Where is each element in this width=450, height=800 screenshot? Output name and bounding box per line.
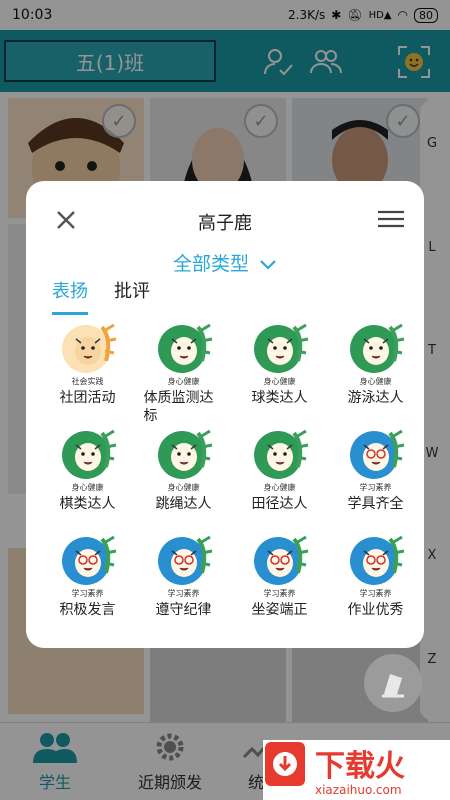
award-fab[interactable] [364, 654, 422, 712]
list-menu-icon[interactable] [378, 209, 404, 229]
award-category: 学习素养 [359, 483, 392, 492]
award-label: 学具齐全 [347, 496, 404, 512]
mascot-badge-icon [58, 321, 118, 377]
award-label: 社团活动 [59, 390, 116, 406]
mascot-badge-icon [346, 427, 406, 483]
award-category: 学习素养 [359, 589, 392, 598]
svg-text:下载火: 下载火 [315, 749, 405, 784]
mascot-badge-icon [346, 321, 406, 377]
award-label: 积极发言 [59, 602, 116, 618]
award-category: 学习素养 [167, 589, 200, 598]
mascot-badge-icon [250, 427, 310, 483]
award-category: 身心健康 [263, 377, 296, 386]
award-category: 身心健康 [167, 377, 200, 386]
mascot-badge-icon [250, 533, 310, 589]
award-label: 田径达人 [251, 496, 308, 512]
award-label: 遵守纪律 [155, 602, 212, 618]
award-label: 跳绳达人 [155, 496, 212, 512]
award-category: 身心健康 [359, 377, 392, 386]
svg-text:xiazaihuo.com: xiazaihuo.com [315, 783, 402, 797]
award-category: 学习素养 [263, 589, 296, 598]
award-item[interactable]: 身心健康 跳绳达人 [134, 427, 233, 533]
award-item[interactable]: 身心健康 棋类达人 [38, 427, 137, 533]
student-name: 高子鹿 [198, 213, 252, 234]
award-item[interactable]: 身心健康 田径达人 [230, 427, 329, 533]
watermark-logo: 下载火 xiazaihuo.com [263, 740, 450, 800]
award-item[interactable]: 身心健康 球类达人 [230, 321, 329, 427]
tab-criticize[interactable]: 批评 [114, 277, 150, 309]
award-item[interactable]: 社会实践 社团活动 [38, 321, 137, 427]
mascot-badge-icon [250, 321, 310, 377]
mascot-badge-icon [154, 321, 214, 377]
mascot-badge-icon [346, 533, 406, 589]
type-filter-dropdown[interactable]: 全部类型 [26, 249, 424, 276]
award-label: 棋类达人 [59, 496, 116, 512]
award-label: 作业优秀 [347, 602, 404, 618]
award-label: 坐姿端正 [251, 602, 308, 618]
award-label: 球类达人 [251, 390, 308, 406]
award-item[interactable]: 学习素养 积极发言 [38, 533, 137, 639]
award-item[interactable]: 学习素养 遵守纪律 [134, 533, 233, 639]
award-item[interactable]: 学习素养 学具齐全 [326, 427, 424, 533]
mascot-badge-icon [58, 427, 118, 483]
award-dialog: 高子鹿 全部类型 表扬 批评 社会实践 社团活动 身心健康 体质监测达标 身心健康 球类达… [26, 181, 424, 648]
chevron-down-icon [260, 259, 276, 270]
award-item[interactable]: 身心健康 游泳达人 [326, 321, 424, 427]
award-category: 身心健康 [167, 483, 200, 492]
award-label: 游泳达人 [347, 390, 404, 406]
award-item[interactable]: 学习素养 作业优秀 [326, 533, 424, 639]
type-filter-label: 全部类型 [172, 253, 249, 275]
tab-praise[interactable]: 表扬 [52, 277, 88, 315]
award-category: 社会实践 [71, 377, 104, 386]
praise-tabs: 表扬 批评 [52, 277, 150, 315]
award-category: 学习素养 [71, 589, 104, 598]
award-category: 身心健康 [263, 483, 296, 492]
award-item[interactable]: 学习素养 坐姿端正 [230, 533, 329, 639]
award-item[interactable]: 身心健康体质监测达标 [134, 321, 233, 427]
mascot-badge-icon [154, 427, 214, 483]
mascot-badge-icon [58, 533, 118, 589]
award-category: 身心健康 [71, 483, 104, 492]
mascot-badge-icon [154, 533, 214, 589]
award-label: 体质监测达标 [143, 390, 214, 424]
